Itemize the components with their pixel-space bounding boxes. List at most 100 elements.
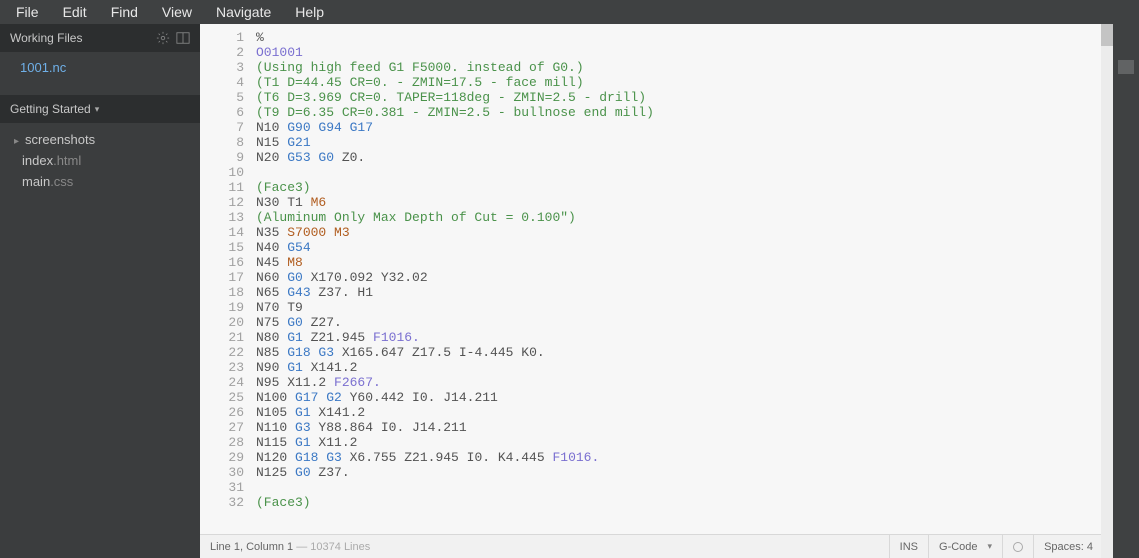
code-line[interactable]: N95 X11.2 F2667.: [256, 375, 1113, 390]
code-line[interactable]: (T1 D=44.45 CR=0. - ZMIN=17.5 - face mil…: [256, 75, 1113, 90]
code-line[interactable]: N45 M8: [256, 255, 1113, 270]
working-files-label: Working Files: [10, 31, 82, 45]
line-number: 29: [200, 450, 244, 465]
tree-file[interactable]: main.css: [0, 171, 200, 192]
editor: 1234567891011121314151617181920212223242…: [200, 24, 1113, 558]
code-line[interactable]: N65 G43 Z37. H1: [256, 285, 1113, 300]
status-bar: Line 1, Column 1 — 10374 Lines INS G-Cod…: [200, 534, 1113, 558]
split-view-icon[interactable]: [176, 31, 190, 45]
code-line[interactable]: N100 G17 G2 Y60.442 I0. J14.211: [256, 390, 1113, 405]
code-line[interactable]: N120 G18 G3 X6.755 Z21.945 I0. K4.445 F1…: [256, 450, 1113, 465]
project-label: Getting Started: [10, 102, 91, 116]
code-line[interactable]: N40 G54: [256, 240, 1113, 255]
code-content[interactable]: %O01001(Using high feed G1 F5000. instea…: [256, 30, 1113, 534]
code-line[interactable]: N85 G18 G3 X165.647 Z17.5 I-4.445 K0.: [256, 345, 1113, 360]
line-number: 27: [200, 420, 244, 435]
code-line[interactable]: N115 G1 X11.2: [256, 435, 1113, 450]
vertical-scrollbar[interactable]: [1101, 24, 1113, 558]
code-line[interactable]: N80 G1 Z21.945 F1016.: [256, 330, 1113, 345]
code-line[interactable]: N70 T9: [256, 300, 1113, 315]
line-number: 13: [200, 210, 244, 225]
status-language[interactable]: G-Code▾: [928, 535, 1002, 558]
code-line[interactable]: %: [256, 30, 1113, 45]
code-line[interactable]: N20 G53 G0 Z0.: [256, 150, 1113, 165]
code-line[interactable]: N105 G1 X141.2: [256, 405, 1113, 420]
code-line[interactable]: N10 G90 G94 G17: [256, 120, 1113, 135]
line-number: 16: [200, 255, 244, 270]
code-line[interactable]: (Face3): [256, 180, 1113, 195]
menu-item-file[interactable]: File: [4, 4, 51, 20]
working-file-item[interactable]: 1001.nc: [0, 56, 200, 79]
code-line[interactable]: (Aluminum Only Max Depth of Cut = 0.100"…: [256, 210, 1113, 225]
code-line[interactable]: N30 T1 M6: [256, 195, 1113, 210]
extension-gutter: [1113, 24, 1139, 558]
code-line[interactable]: [256, 165, 1113, 180]
line-number: 15: [200, 240, 244, 255]
line-number: 31: [200, 480, 244, 495]
line-number: 10: [200, 165, 244, 180]
code-line[interactable]: (T6 D=3.969 CR=0. TAPER=118deg - ZMIN=2.…: [256, 90, 1113, 105]
circle-icon: [1013, 542, 1023, 552]
code-line[interactable]: (T9 D=6.35 CR=0.381 - ZMIN=2.5 - bullnos…: [256, 105, 1113, 120]
line-number: 2: [200, 45, 244, 60]
line-number: 8: [200, 135, 244, 150]
code-line[interactable]: [256, 480, 1113, 495]
line-number: 3: [200, 60, 244, 75]
line-number: 23: [200, 360, 244, 375]
line-number: 30: [200, 465, 244, 480]
code-line[interactable]: O01001: [256, 45, 1113, 60]
line-number: 21: [200, 330, 244, 345]
code-line[interactable]: N35 S7000 M3: [256, 225, 1113, 240]
gear-icon[interactable]: [156, 31, 170, 45]
line-number: 6: [200, 105, 244, 120]
vertical-scrollbar-thumb[interactable]: [1101, 24, 1113, 46]
menu-item-find[interactable]: Find: [99, 4, 150, 20]
line-number: 18: [200, 285, 244, 300]
working-files-header[interactable]: Working Files: [0, 24, 200, 52]
menu-item-navigate[interactable]: Navigate: [204, 4, 283, 20]
line-number: 1: [200, 30, 244, 45]
code-line[interactable]: (Using high feed G1 F5000. instead of G0…: [256, 60, 1113, 75]
tree-file[interactable]: index.html: [0, 150, 200, 171]
status-cursor[interactable]: Line 1, Column 1 — 10374 Lines: [210, 541, 889, 553]
working-files-list: 1001.nc: [0, 52, 200, 83]
chevron-down-icon: ▾: [988, 541, 993, 552]
code-line[interactable]: N15 G21: [256, 135, 1113, 150]
line-number: 22: [200, 345, 244, 360]
menu-item-view[interactable]: View: [150, 4, 204, 20]
line-number-gutter: 1234567891011121314151617181920212223242…: [200, 30, 256, 534]
line-number: 24: [200, 375, 244, 390]
line-number: 19: [200, 300, 244, 315]
code-line[interactable]: N125 G0 Z37.: [256, 465, 1113, 480]
editor-viewport[interactable]: 1234567891011121314151617181920212223242…: [200, 24, 1113, 534]
line-number: 11: [200, 180, 244, 195]
status-lint[interactable]: [1002, 535, 1033, 558]
project-header[interactable]: Getting Started ▾: [0, 95, 200, 123]
extension-icon[interactable]: [1118, 60, 1134, 74]
tree-folder[interactable]: screenshots: [0, 129, 200, 150]
line-number: 20: [200, 315, 244, 330]
code-line[interactable]: N75 G0 Z27.: [256, 315, 1113, 330]
chevron-down-icon: ▾: [95, 104, 100, 115]
line-number: 4: [200, 75, 244, 90]
line-number: 5: [200, 90, 244, 105]
line-number: 9: [200, 150, 244, 165]
status-indent[interactable]: Spaces: 4: [1033, 535, 1103, 558]
status-insert-mode[interactable]: INS: [889, 535, 928, 558]
main-area: Working Files 1001.nc Getting Started ▾ …: [0, 24, 1139, 558]
line-number: 32: [200, 495, 244, 510]
code-line[interactable]: N110 G3 Y88.864 I0. J14.211: [256, 420, 1113, 435]
line-number: 25: [200, 390, 244, 405]
sidebar: Working Files 1001.nc Getting Started ▾ …: [0, 24, 200, 558]
code-line[interactable]: (Face3): [256, 495, 1113, 510]
line-number: 7: [200, 120, 244, 135]
line-number: 26: [200, 405, 244, 420]
code-line[interactable]: N90 G1 X141.2: [256, 360, 1113, 375]
menu-item-help[interactable]: Help: [283, 4, 336, 20]
code-line[interactable]: N60 G0 X170.092 Y32.02: [256, 270, 1113, 285]
menu-item-edit[interactable]: Edit: [51, 4, 99, 20]
line-number: 28: [200, 435, 244, 450]
menu-bar: FileEditFindViewNavigateHelp: [0, 0, 1139, 24]
line-number: 12: [200, 195, 244, 210]
file-tree: screenshotsindex.htmlmain.css: [0, 123, 200, 198]
